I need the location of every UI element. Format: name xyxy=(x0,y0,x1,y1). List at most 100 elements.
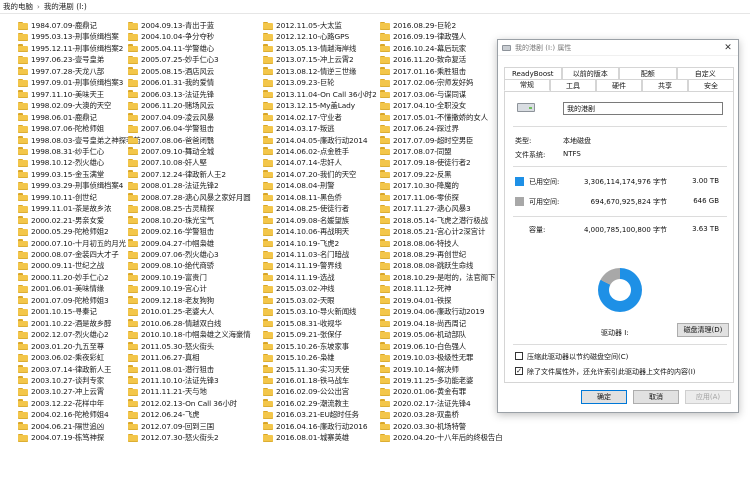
folder-item[interactable]: 2012.07.30-怒火街头2 xyxy=(128,432,219,443)
folder-item[interactable]: 2014.10.19-飞虎2 xyxy=(263,238,339,249)
folder-item[interactable]: 2020.03.28-双蛊桥 xyxy=(380,409,459,420)
folder-item[interactable]: 2003.10.27-冲上云霄 xyxy=(18,386,104,397)
folder-item[interactable]: 2000.08.07-金装四大才子 xyxy=(18,249,119,260)
folder-item[interactable]: 2008.08.25-古灵精探 xyxy=(128,203,214,214)
close-icon[interactable]: ✕ xyxy=(718,40,738,56)
folder-item[interactable]: 2007.12.24-律政新人王2 xyxy=(128,169,226,180)
folder-item[interactable]: 2014.11.03-名门暗战 xyxy=(263,249,349,260)
folder-item[interactable]: 2001.10.22-酒是故乡醇 xyxy=(18,318,111,329)
folder-item[interactable]: 2009.08.10-绝代商骄 xyxy=(128,260,214,271)
tab-row2-3[interactable]: 共享 xyxy=(642,79,688,91)
folder-item[interactable]: 2016.08.01-城寨英雄 xyxy=(263,432,349,443)
folder-item[interactable]: 2016.08.29-巨轮2 xyxy=(380,20,456,31)
index-checkbox[interactable]: ✓ xyxy=(515,367,523,375)
folder-item[interactable]: 2008.07.28-溏心风暴之家好月圆 xyxy=(128,192,251,203)
folder-item[interactable]: 2017.08.07-同盟 xyxy=(380,146,452,157)
drive-name-input[interactable]: 我的港剧 xyxy=(563,102,723,115)
folder-item[interactable]: 2019.10.03-极级性无罪 xyxy=(380,352,473,363)
folder-item[interactable]: 2019.11.25-多功能老婆 xyxy=(380,375,473,386)
folder-item[interactable]: 2012.12.10-心路GPS xyxy=(263,31,349,42)
folder-item[interactable]: 2018.08.06-特技人 xyxy=(380,238,459,249)
folder-item[interactable]: 1998.10.12-烈火雄心 xyxy=(18,157,104,168)
folder-item[interactable]: 2020.03.30-机场特警 xyxy=(380,421,466,432)
folder-item[interactable]: 2020.04.20-十八年后的终极告白 xyxy=(380,432,503,443)
folder-item[interactable]: 2014.07.14-忠奸人 xyxy=(263,157,342,168)
folder-item[interactable]: 2001.10.15-寻秦记 xyxy=(18,306,97,317)
folder-item[interactable]: 2017.01.16-乘胜狙击 xyxy=(380,66,466,77)
folder-item[interactable]: 2018.10.29-是咁的，法官阁下 xyxy=(380,272,495,283)
folder-item[interactable]: 2000.09.11-世纪之战 xyxy=(18,260,104,271)
folder-item[interactable]: 2016.04.16-廉政行动2016 xyxy=(263,421,368,432)
tab-row1-3[interactable]: 自定义 xyxy=(676,67,734,79)
folder-item[interactable]: 2013.09.23-巨轮 xyxy=(263,77,335,88)
folder-item[interactable]: 1999.03.15-金玉满堂 xyxy=(18,169,104,180)
folder-item[interactable]: 2016.03.21-EU超时任务 xyxy=(263,409,359,420)
folder-item[interactable]: 2013.08.12-情逆三世缘 xyxy=(263,66,356,77)
folder-item[interactable]: 2004.06.21-隔世追凶 xyxy=(18,421,104,432)
folder-item[interactable]: 2003.06.02-乘夜彩虹 xyxy=(18,352,104,363)
folder-item[interactable]: 2011.08.01-潜行狙击 xyxy=(128,364,214,375)
folder-item[interactable]: 2002.12.07-烈火雄心2 xyxy=(18,329,109,340)
folder-item[interactable]: 2008.10.20-珠光宝气 xyxy=(128,215,214,226)
folder-item[interactable]: 1998.08.31-纱手仁心 xyxy=(18,146,104,157)
folder-item[interactable]: 1998.06.01-鹿鼎记 xyxy=(18,112,97,123)
tab-row1-0[interactable]: ReadyBoost xyxy=(504,67,562,79)
folder-item[interactable]: 2008.01.28-法证先锋2 xyxy=(128,180,219,191)
tab-row2-4[interactable]: 安全 xyxy=(688,79,734,91)
folder-item[interactable]: 2020.01.06-黄金有罪 xyxy=(380,386,466,397)
folder-item[interactable]: 2009.10.19-宫心计 xyxy=(128,283,207,294)
folder-item[interactable]: 2003.07.14-律政新人王 xyxy=(18,364,111,375)
folder-item[interactable]: 2010.10.18-巾帼枭雄之义海豪情 xyxy=(128,329,251,340)
folder-item[interactable]: 2007.08.06-爸爸闭翳 xyxy=(128,135,214,146)
folder-item[interactable]: 2017.11.06-零侦探 xyxy=(380,192,459,203)
folder-item[interactable]: 2015.03.10-导火新闻线 xyxy=(263,306,356,317)
folder-item[interactable]: 2014.09.08-名媛望族 xyxy=(263,215,349,226)
folder-item[interactable]: 2019.04.18-尚西周记 xyxy=(380,318,466,329)
folder-item[interactable]: 2013.07.15-冲上云霄2 xyxy=(263,54,354,65)
folder-item[interactable]: 2015.10.26-枭雄 xyxy=(263,352,335,363)
folder-item[interactable]: 2011.05.30-怒火街头 xyxy=(128,341,214,352)
folder-item[interactable]: 2018.08.29-再创世纪 xyxy=(380,249,466,260)
folder-item[interactable]: 2011.06.27-真相 xyxy=(128,352,200,363)
folder-item[interactable]: 1999.03.29-刑事侦缉档案4 xyxy=(18,180,123,191)
folder-item[interactable]: 2012.07.09-回到三国 xyxy=(128,421,214,432)
folder-item[interactable]: 2009.02.16-学警狙击 xyxy=(128,226,214,237)
folder-item[interactable]: 2016.02.09-公公出宫 xyxy=(263,386,349,397)
folder-item[interactable]: 2017.04.10-全职没女 xyxy=(380,100,466,111)
folder-item[interactable]: 2004.09.13-青出于蓝 xyxy=(128,20,214,31)
folder-item[interactable]: 2018.08.08-跳跃生命线 xyxy=(380,260,473,271)
folder-item[interactable]: 2005.08.15-酒店风云 xyxy=(128,66,214,77)
folder-item[interactable]: 2014.10.06-再战明天 xyxy=(263,226,349,237)
folder-item[interactable]: 2014.08.11-黑色侨 xyxy=(263,192,342,203)
tab-row1-1[interactable]: 以前的版本 xyxy=(561,67,619,79)
folder-item[interactable]: 2014.11.19-选战 xyxy=(263,272,335,283)
folder-item[interactable]: 1997.07.28-天龙八部 xyxy=(18,66,104,77)
folder-item[interactable]: 1999.11.01-茶是故乡浓 xyxy=(18,203,111,214)
tab-row2-0[interactable]: 常规 xyxy=(504,79,550,91)
folder-item[interactable]: 2017.10.30-降魔的 xyxy=(380,180,459,191)
folder-item[interactable]: 2011.11.21-天与地 xyxy=(128,386,207,397)
folder-item[interactable]: 2011.10.10-法证先锋3 xyxy=(128,375,219,386)
folder-item[interactable]: 2009.10.19-富贵门 xyxy=(128,272,207,283)
folder-item[interactable]: 1999.10.11-创世纪 xyxy=(18,192,97,203)
folder-item[interactable]: 2004.10.04-争分夺秒 xyxy=(128,31,214,42)
breadcrumb-root[interactable]: 我的电脑 xyxy=(3,1,33,12)
folder-item[interactable]: 2015.11.30-实习天使 xyxy=(263,364,349,375)
folder-item[interactable]: 2016.09.19-律政强人 xyxy=(380,31,466,42)
folder-item[interactable]: 1997.09.01-刑事侦缉档案3 xyxy=(18,77,123,88)
folder-item[interactable]: 2017.11.27-溏心风暴3 xyxy=(380,203,471,214)
folder-item[interactable]: 2009.12.18-老友狗狗 xyxy=(128,295,214,306)
folder-item[interactable]: 2016.11.20-致命复活 xyxy=(380,54,466,65)
folder-item[interactable]: 2014.03.17-叛逃 xyxy=(263,123,335,134)
folder-item[interactable]: 2012.02.13-On Call 36小时 xyxy=(128,398,237,409)
folder-item[interactable]: 1997.11.10-美味天王 xyxy=(18,89,104,100)
folder-item[interactable]: 2013.12.15-My盖Lady xyxy=(263,100,355,111)
tab-row2-2[interactable]: 硬件 xyxy=(596,79,642,91)
folder-item[interactable]: 2004.02.16-陀枪师姐4 xyxy=(18,409,109,420)
folder-item[interactable]: 2019.10.14-解决师 xyxy=(380,364,459,375)
folder-item[interactable]: 2017.07.09-超时空男臣 xyxy=(380,135,473,146)
folder-item[interactable]: 2017.06.24-踩过界 xyxy=(380,123,459,134)
compress-checkbox[interactable] xyxy=(515,352,523,360)
folder-item[interactable]: 2000.11.20-妙手仁心2 xyxy=(18,272,109,283)
folder-item[interactable]: 2001.06.01-美味情缘 xyxy=(18,283,104,294)
